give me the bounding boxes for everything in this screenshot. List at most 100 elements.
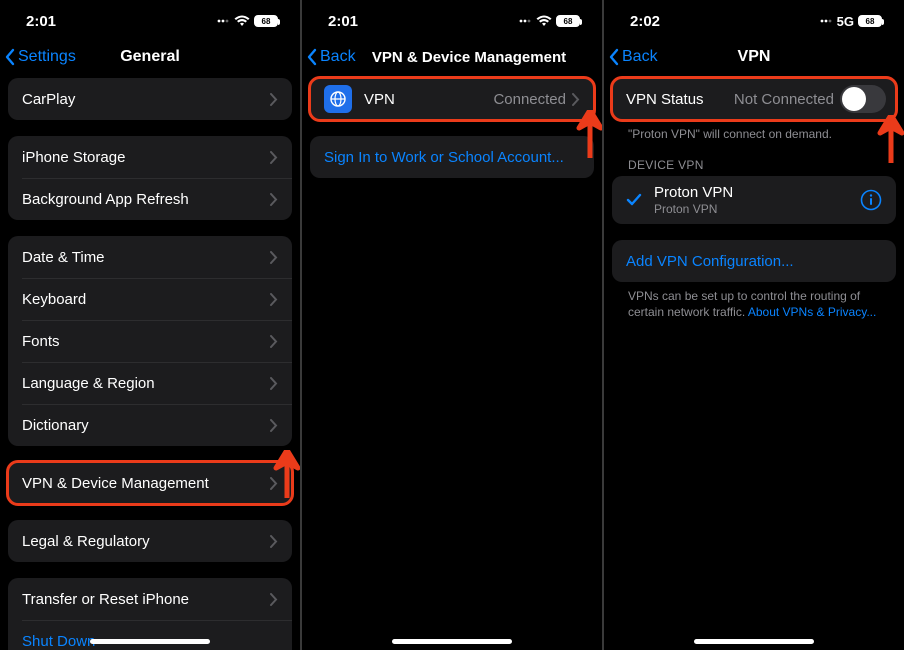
- chevron-right-icon: [572, 93, 580, 106]
- help-link[interactable]: About VPNs & Privacy...: [748, 305, 877, 319]
- hotspot-icon: [819, 16, 833, 26]
- status-bar: 2:01 68: [0, 0, 300, 42]
- row-label: CarPlay: [22, 91, 270, 108]
- row-value: Not Connected: [734, 91, 834, 108]
- chevron-right-icon: [270, 593, 278, 606]
- back-label: Back: [320, 48, 356, 66]
- battery-icon: 68: [254, 15, 278, 27]
- row-label: Legal & Regulatory: [22, 533, 270, 550]
- hotspot-icon: [518, 16, 532, 26]
- vpn-provider: Proton VPN: [654, 202, 860, 216]
- chevron-right-icon: [270, 293, 278, 306]
- wifi-icon: [234, 15, 250, 27]
- navbar: Back VPN: [604, 42, 904, 72]
- row-legal[interactable]: Legal & Regulatory: [8, 520, 292, 562]
- vpn-name: Proton VPN: [654, 184, 860, 201]
- row-keyboard[interactable]: Keyboard: [8, 278, 292, 320]
- group-device-vpn: Proton VPN Proton VPN: [612, 176, 896, 224]
- ondemand-footer: "Proton VPN" will connect on demand.: [612, 120, 896, 142]
- row-date-time[interactable]: Date & Time: [8, 236, 292, 278]
- status-right: 5G 68: [819, 14, 882, 29]
- screen-vpn-mgmt: 2:01 68 Back VPN & Device Management VPN…: [302, 0, 602, 650]
- home-indicator[interactable]: [392, 639, 512, 644]
- chevron-right-icon: [270, 377, 278, 390]
- general-list[interactable]: CarPlay iPhone Storage Background App Re…: [0, 78, 300, 650]
- row-add-vpn[interactable]: Add VPN Configuration...: [612, 240, 896, 282]
- vpn-mgmt-list[interactable]: VPN Connected Sign In to Work or School …: [302, 78, 602, 218]
- vpn-help-footer: VPNs can be set up to control the routin…: [612, 282, 896, 320]
- row-label: Fonts: [22, 333, 270, 350]
- back-button[interactable]: Settings: [4, 42, 76, 72]
- status-time: 2:02: [630, 13, 660, 30]
- status-bar: 2:01 68: [302, 0, 602, 42]
- row-fonts[interactable]: Fonts: [8, 320, 292, 362]
- row-proton-vpn[interactable]: Proton VPN Proton VPN: [612, 176, 896, 224]
- chevron-left-icon: [4, 48, 16, 66]
- row-label: VPN: [364, 91, 493, 108]
- group-carplay: CarPlay: [8, 78, 292, 120]
- row-label: Background App Refresh: [22, 191, 270, 208]
- status-time: 2:01: [328, 13, 358, 30]
- row-shut-down[interactable]: Shut Down: [8, 620, 292, 650]
- hotspot-icon: [216, 16, 230, 26]
- row-background-refresh[interactable]: Background App Refresh: [8, 178, 292, 220]
- nav-title: General: [120, 48, 180, 66]
- group-vpn-status-highlight: VPN Status Not Connected: [612, 78, 896, 120]
- info-icon[interactable]: [860, 189, 882, 211]
- back-button[interactable]: Back: [608, 42, 658, 72]
- row-label: Add VPN Configuration...: [626, 253, 882, 270]
- row-dictionary[interactable]: Dictionary: [8, 404, 292, 446]
- row-value: Connected: [493, 91, 566, 108]
- row-carplay[interactable]: CarPlay: [8, 78, 292, 120]
- navbar: Back VPN & Device Management: [302, 42, 602, 72]
- row-transfer-reset[interactable]: Transfer or Reset iPhone: [8, 578, 292, 620]
- chevron-right-icon: [270, 93, 278, 106]
- chevron-right-icon: [270, 151, 278, 164]
- back-button[interactable]: Back: [306, 42, 356, 72]
- row-label: VPN Status: [626, 91, 734, 108]
- group-storage: iPhone Storage Background App Refresh: [8, 136, 292, 220]
- row-vpn-device-mgmt[interactable]: VPN & Device Management: [8, 462, 292, 504]
- chevron-left-icon: [306, 48, 318, 66]
- annotation-arrow-icon: [272, 450, 300, 498]
- network-label: 5G: [837, 14, 854, 29]
- group-legal: Legal & Regulatory: [8, 520, 292, 562]
- back-label: Back: [622, 48, 658, 66]
- row-label: Transfer or Reset iPhone: [22, 591, 270, 608]
- annotation-arrow-icon: [876, 115, 904, 163]
- row-label: VPN & Device Management: [22, 475, 270, 492]
- chevron-right-icon: [270, 535, 278, 548]
- row-label: Keyboard: [22, 291, 270, 308]
- row-vpn[interactable]: VPN Connected: [310, 78, 594, 120]
- check-icon: [626, 193, 642, 207]
- row-iphone-storage[interactable]: iPhone Storage: [8, 136, 292, 178]
- row-label: Date & Time: [22, 249, 270, 266]
- group-datetc: Date & Time Keyboard Fonts Language & Re…: [8, 236, 292, 446]
- vpn-status-toggle[interactable]: [840, 85, 886, 113]
- battery-icon: 68: [556, 15, 580, 27]
- wifi-icon: [536, 15, 552, 27]
- group-signin: Sign In to Work or School Account...: [310, 136, 594, 178]
- vpn-globe-icon: [324, 85, 352, 113]
- annotation-arrow-icon: [575, 110, 602, 158]
- row-signin[interactable]: Sign In to Work or School Account...: [310, 136, 594, 178]
- home-indicator[interactable]: [694, 639, 814, 644]
- status-time: 2:01: [26, 13, 56, 30]
- row-label: iPhone Storage: [22, 149, 270, 166]
- group-add-vpn: Add VPN Configuration...: [612, 240, 896, 282]
- back-label: Settings: [18, 48, 76, 66]
- row-language-region[interactable]: Language & Region: [8, 362, 292, 404]
- home-indicator[interactable]: [90, 639, 210, 644]
- group-vpn-row-highlight: VPN Connected: [310, 78, 594, 120]
- group-vpn-highlight: VPN & Device Management: [8, 462, 292, 504]
- status-right: 68: [518, 15, 580, 27]
- status-bar: 2:02 5G 68: [604, 0, 904, 42]
- nav-title: VPN & Device Management: [372, 49, 566, 66]
- vpn-list[interactable]: VPN Status Not Connected "Proton VPN" wi…: [604, 78, 904, 361]
- chevron-left-icon: [608, 48, 620, 66]
- screen-vpn: 2:02 5G 68 Back VPN VPN Status Not Conne…: [604, 0, 904, 650]
- row-vpn-status: VPN Status Not Connected: [612, 78, 896, 120]
- chevron-right-icon: [270, 193, 278, 206]
- chevron-right-icon: [270, 251, 278, 264]
- screen-general: 2:01 68 Settings General CarPlay iPhone …: [0, 0, 300, 650]
